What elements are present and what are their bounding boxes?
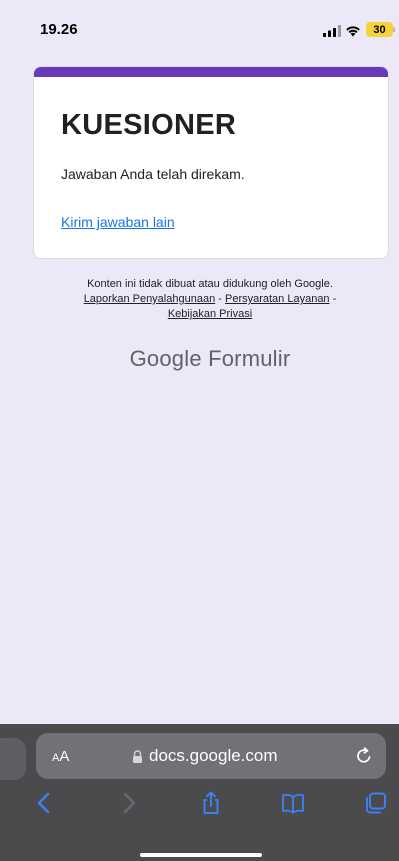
battery-icon: 30 <box>366 22 393 37</box>
brand-product: Formulir <box>208 346 291 371</box>
home-indicator[interactable] <box>140 853 262 857</box>
previous-tab-peek[interactable] <box>0 738 26 780</box>
wifi-icon <box>346 26 360 37</box>
footer-separator: - <box>329 293 337 305</box>
terms-link[interactable]: Persyaratan Layanan <box>225 293 330 305</box>
footer-links-row: Laporkan Penyalahgunaan - Persyaratan La… <box>40 292 380 307</box>
confirmation-message: Jawaban Anda telah direkam. <box>61 166 245 182</box>
google-forms-logo[interactable]: Google Formulir <box>0 346 399 372</box>
browser-chrome: AA docs.google.com <box>0 724 399 861</box>
status-bar: 19.26 30 <box>0 0 399 52</box>
screen: 19.26 30 KUESIONER Jawaban Anda telah di… <box>0 0 399 861</box>
battery-tip <box>393 27 395 32</box>
card-accent-bar <box>34 67 388 77</box>
share-icon[interactable] <box>198 790 224 816</box>
submit-another-response-link[interactable]: Kirim jawaban lain <box>61 214 175 230</box>
confirmation-card: KUESIONER Jawaban Anda telah direkam. Ki… <box>33 66 389 259</box>
privacy-link[interactable]: Kebijakan Privasi <box>168 308 252 320</box>
cellular-signal-icon <box>323 25 341 37</box>
battery-level: 30 <box>373 23 386 36</box>
back-icon[interactable] <box>32 790 58 816</box>
form-footer: Konten ini tidak dibuat atau didukung ol… <box>40 277 380 322</box>
report-abuse-link[interactable]: Laporkan Penyalahgunaan <box>84 293 216 305</box>
lock-icon <box>133 749 142 763</box>
disclaimer-text: Konten ini tidak dibuat atau didukung ol… <box>87 278 333 290</box>
bookmarks-icon[interactable] <box>280 790 306 816</box>
tabs-icon[interactable] <box>362 790 388 816</box>
browser-toolbar <box>0 790 399 820</box>
brand-google: Google <box>129 346 202 371</box>
address-bar[interactable]: AA docs.google.com <box>36 733 386 779</box>
url-display[interactable]: docs.google.com <box>132 746 278 766</box>
form-title: KUESIONER <box>61 109 237 141</box>
reload-icon[interactable] <box>354 746 374 766</box>
forward-icon[interactable] <box>115 790 141 816</box>
footer-separator: - <box>215 293 225 305</box>
reader-aa-button[interactable]: AA <box>52 748 69 765</box>
status-time: 19.26 <box>40 21 78 38</box>
url-text: docs.google.com <box>149 746 278 765</box>
